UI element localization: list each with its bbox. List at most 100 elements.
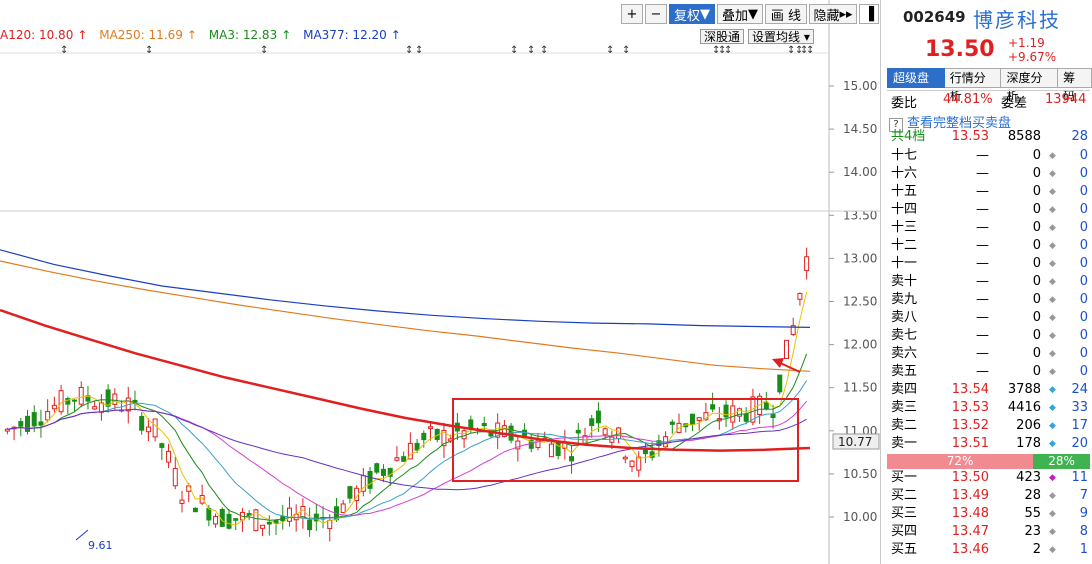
ask-qty: 0	[1032, 256, 1041, 271]
bid-row[interactable]: 买四 13.47 23 8 ◆	[891, 523, 1091, 541]
ask-price: —	[976, 148, 989, 163]
candle-body	[421, 432, 427, 441]
ask-order-count: 0	[1079, 148, 1088, 163]
ask-price: —	[976, 310, 989, 325]
ask-level-label: 卖五	[891, 364, 918, 379]
ask-order-count: 0	[1079, 238, 1088, 253]
ask-row[interactable]: 十五 — 0 0 ◆	[891, 183, 1091, 201]
event-marker-icon: ↕	[405, 45, 413, 56]
ask-order-count: 0	[1079, 328, 1088, 343]
kline-svg[interactable]: 15.00 14.50 14.00 13.50 13.00 12.50 12.00 11.50…	[0, 0, 880, 564]
ma250-line	[0, 260, 811, 372]
fuquan-button[interactable]: 复权 ▼	[669, 4, 715, 24]
candle-body	[72, 399, 78, 402]
ma250-legend: MA250: 11.69 ↑	[99, 28, 197, 42]
candle-body	[213, 515, 219, 525]
ma3-legend: MA3: 12.83 ↑	[208, 28, 292, 42]
ask-qty: 0	[1032, 292, 1041, 307]
y-tick-label: 12.00	[843, 338, 877, 352]
ask-row[interactable]: 卖七 — 0 0 ◆	[891, 327, 1091, 345]
tab-market-analysis[interactable]: 行情分析	[944, 68, 1002, 103]
bid-level-label: 买一	[891, 470, 918, 485]
stock-name: 博彦科技	[973, 8, 1061, 32]
bid-qty: 23	[1024, 524, 1041, 539]
ma-legend: A120: 10.80 ↑ MA250: 11.69 ↑ MA3: 12.83 ↑ M…	[0, 28, 409, 44]
candle-body	[743, 413, 749, 422]
tab-deep-analysis[interactable]: 深度分析	[1001, 68, 1059, 103]
weibi-value: 44.81%	[943, 92, 993, 107]
y-tick-label: 14.50	[843, 122, 877, 136]
shengutong-button[interactable]: 深股通	[700, 29, 745, 44]
ask-row[interactable]: 卖三 13.53 4416 33 ◆	[891, 399, 1091, 417]
candle-body	[710, 404, 716, 410]
ask-qty: 4416	[1007, 400, 1041, 415]
ask-order-count: 0	[1079, 184, 1088, 199]
bid-row[interactable]: 买五 13.46 2 1 ◆	[891, 541, 1091, 559]
ask-price: —	[976, 292, 989, 307]
candle-body	[233, 518, 239, 521]
event-marker-icon: ↕	[724, 45, 732, 56]
overlay-button[interactable]: 叠加 ▼	[717, 4, 763, 24]
draw-line-button[interactable]: 画 线	[765, 4, 807, 24]
ask-row[interactable]: 十二 — 0 0 ◆	[891, 237, 1091, 255]
bid-level-label: 买三	[891, 506, 918, 521]
ask-row[interactable]: 卖一 13.51 178 20 ◆	[891, 435, 1091, 453]
ask-order-count: 0	[1079, 310, 1088, 325]
event-marker-icon: ↕	[260, 45, 268, 56]
ask-row[interactable]: 十六 — 0 0 ◆	[891, 165, 1091, 183]
ask-row[interactable]: 卖四 13.54 3788 24 ◆	[891, 381, 1091, 399]
ask-row[interactable]: 卖十 — 0 0 ◆	[891, 273, 1091, 291]
candle-body	[159, 443, 165, 448]
ask-price: —	[976, 346, 989, 361]
collapse-panel-button[interactable]: ▐	[859, 4, 879, 24]
ask-qty: 0	[1032, 184, 1041, 199]
bid-row[interactable]: 买三 13.48 55 9 ◆	[891, 505, 1091, 523]
weicha-label: 委差	[1001, 96, 1028, 111]
caret-down-icon: ▼	[700, 6, 710, 22]
candle-body	[38, 421, 44, 426]
y-tick-label: 12.50	[843, 295, 877, 309]
ma120-line	[0, 308, 811, 452]
tab-super-orderbook[interactable]: 超级盘口	[887, 68, 945, 103]
ask-order-count: 0	[1079, 364, 1088, 379]
ask-row[interactable]: 十七 — 0 0 ◆	[891, 147, 1091, 165]
ask-qty: 0	[1032, 364, 1041, 379]
candle-body	[367, 471, 373, 489]
candle-body	[347, 486, 353, 499]
ask-row[interactable]: 卖八 — 0 0 ◆	[891, 309, 1091, 327]
ask-order-count: 0	[1079, 202, 1088, 217]
bid-row[interactable]: 买一 13.50 423 11 ◆	[891, 469, 1091, 487]
candle-body	[58, 390, 64, 413]
y-tick-label: 14.00	[843, 165, 877, 179]
zoom-out-button[interactable]: −	[645, 4, 667, 24]
ask-row[interactable]: 卖五 — 0 0 ◆	[891, 363, 1091, 381]
candle-body	[763, 402, 769, 410]
panel-toggle-icon: ▐	[864, 6, 874, 22]
ask-qty: 0	[1032, 310, 1041, 325]
diamond-icon: ◆	[1049, 241, 1056, 251]
diamond-icon: ◆	[1049, 421, 1056, 431]
tab-chips[interactable]: 筹码	[1058, 68, 1092, 103]
ask-row[interactable]: 十四 — 0 0 ◆	[891, 201, 1091, 219]
candle-body	[569, 456, 575, 462]
candle-body	[266, 521, 272, 525]
ask-order-count: 0	[1079, 292, 1088, 307]
bid-row[interactable]: 买二 13.49 28 7 ◆	[891, 487, 1091, 505]
ask-order-count: 24	[1071, 382, 1088, 397]
ask-row[interactable]: 卖六 — 0 0 ◆	[891, 345, 1091, 363]
bid-price: 13.50	[951, 470, 989, 485]
zoom-in-button[interactable]: +	[621, 4, 643, 24]
bid-qty: 2	[1032, 542, 1041, 557]
y-tick-label: 11.50	[843, 381, 877, 395]
set-ma-button[interactable]: 设置均线 ▾	[748, 29, 814, 44]
buy-ratio: 28%	[1033, 454, 1090, 469]
hide-button[interactable]: 隐藏 ▸▸	[809, 4, 857, 24]
ask-row[interactable]: 十一 — 0 0 ◆	[891, 255, 1091, 273]
kline-chart[interactable]: 15.00 14.50 14.00 13.50 13.00 12.50 12.00 11.50…	[0, 0, 880, 564]
ask-row[interactable]: 卖二 13.52 206 17 ◆	[891, 417, 1091, 435]
candle-body	[112, 393, 118, 405]
ask-row[interactable]: 卖九 — 0 0 ◆	[891, 291, 1091, 309]
ask-order-count: 0	[1079, 256, 1088, 271]
ask-row[interactable]: 十三 — 0 0 ◆	[891, 219, 1091, 237]
candle-body	[374, 463, 380, 473]
